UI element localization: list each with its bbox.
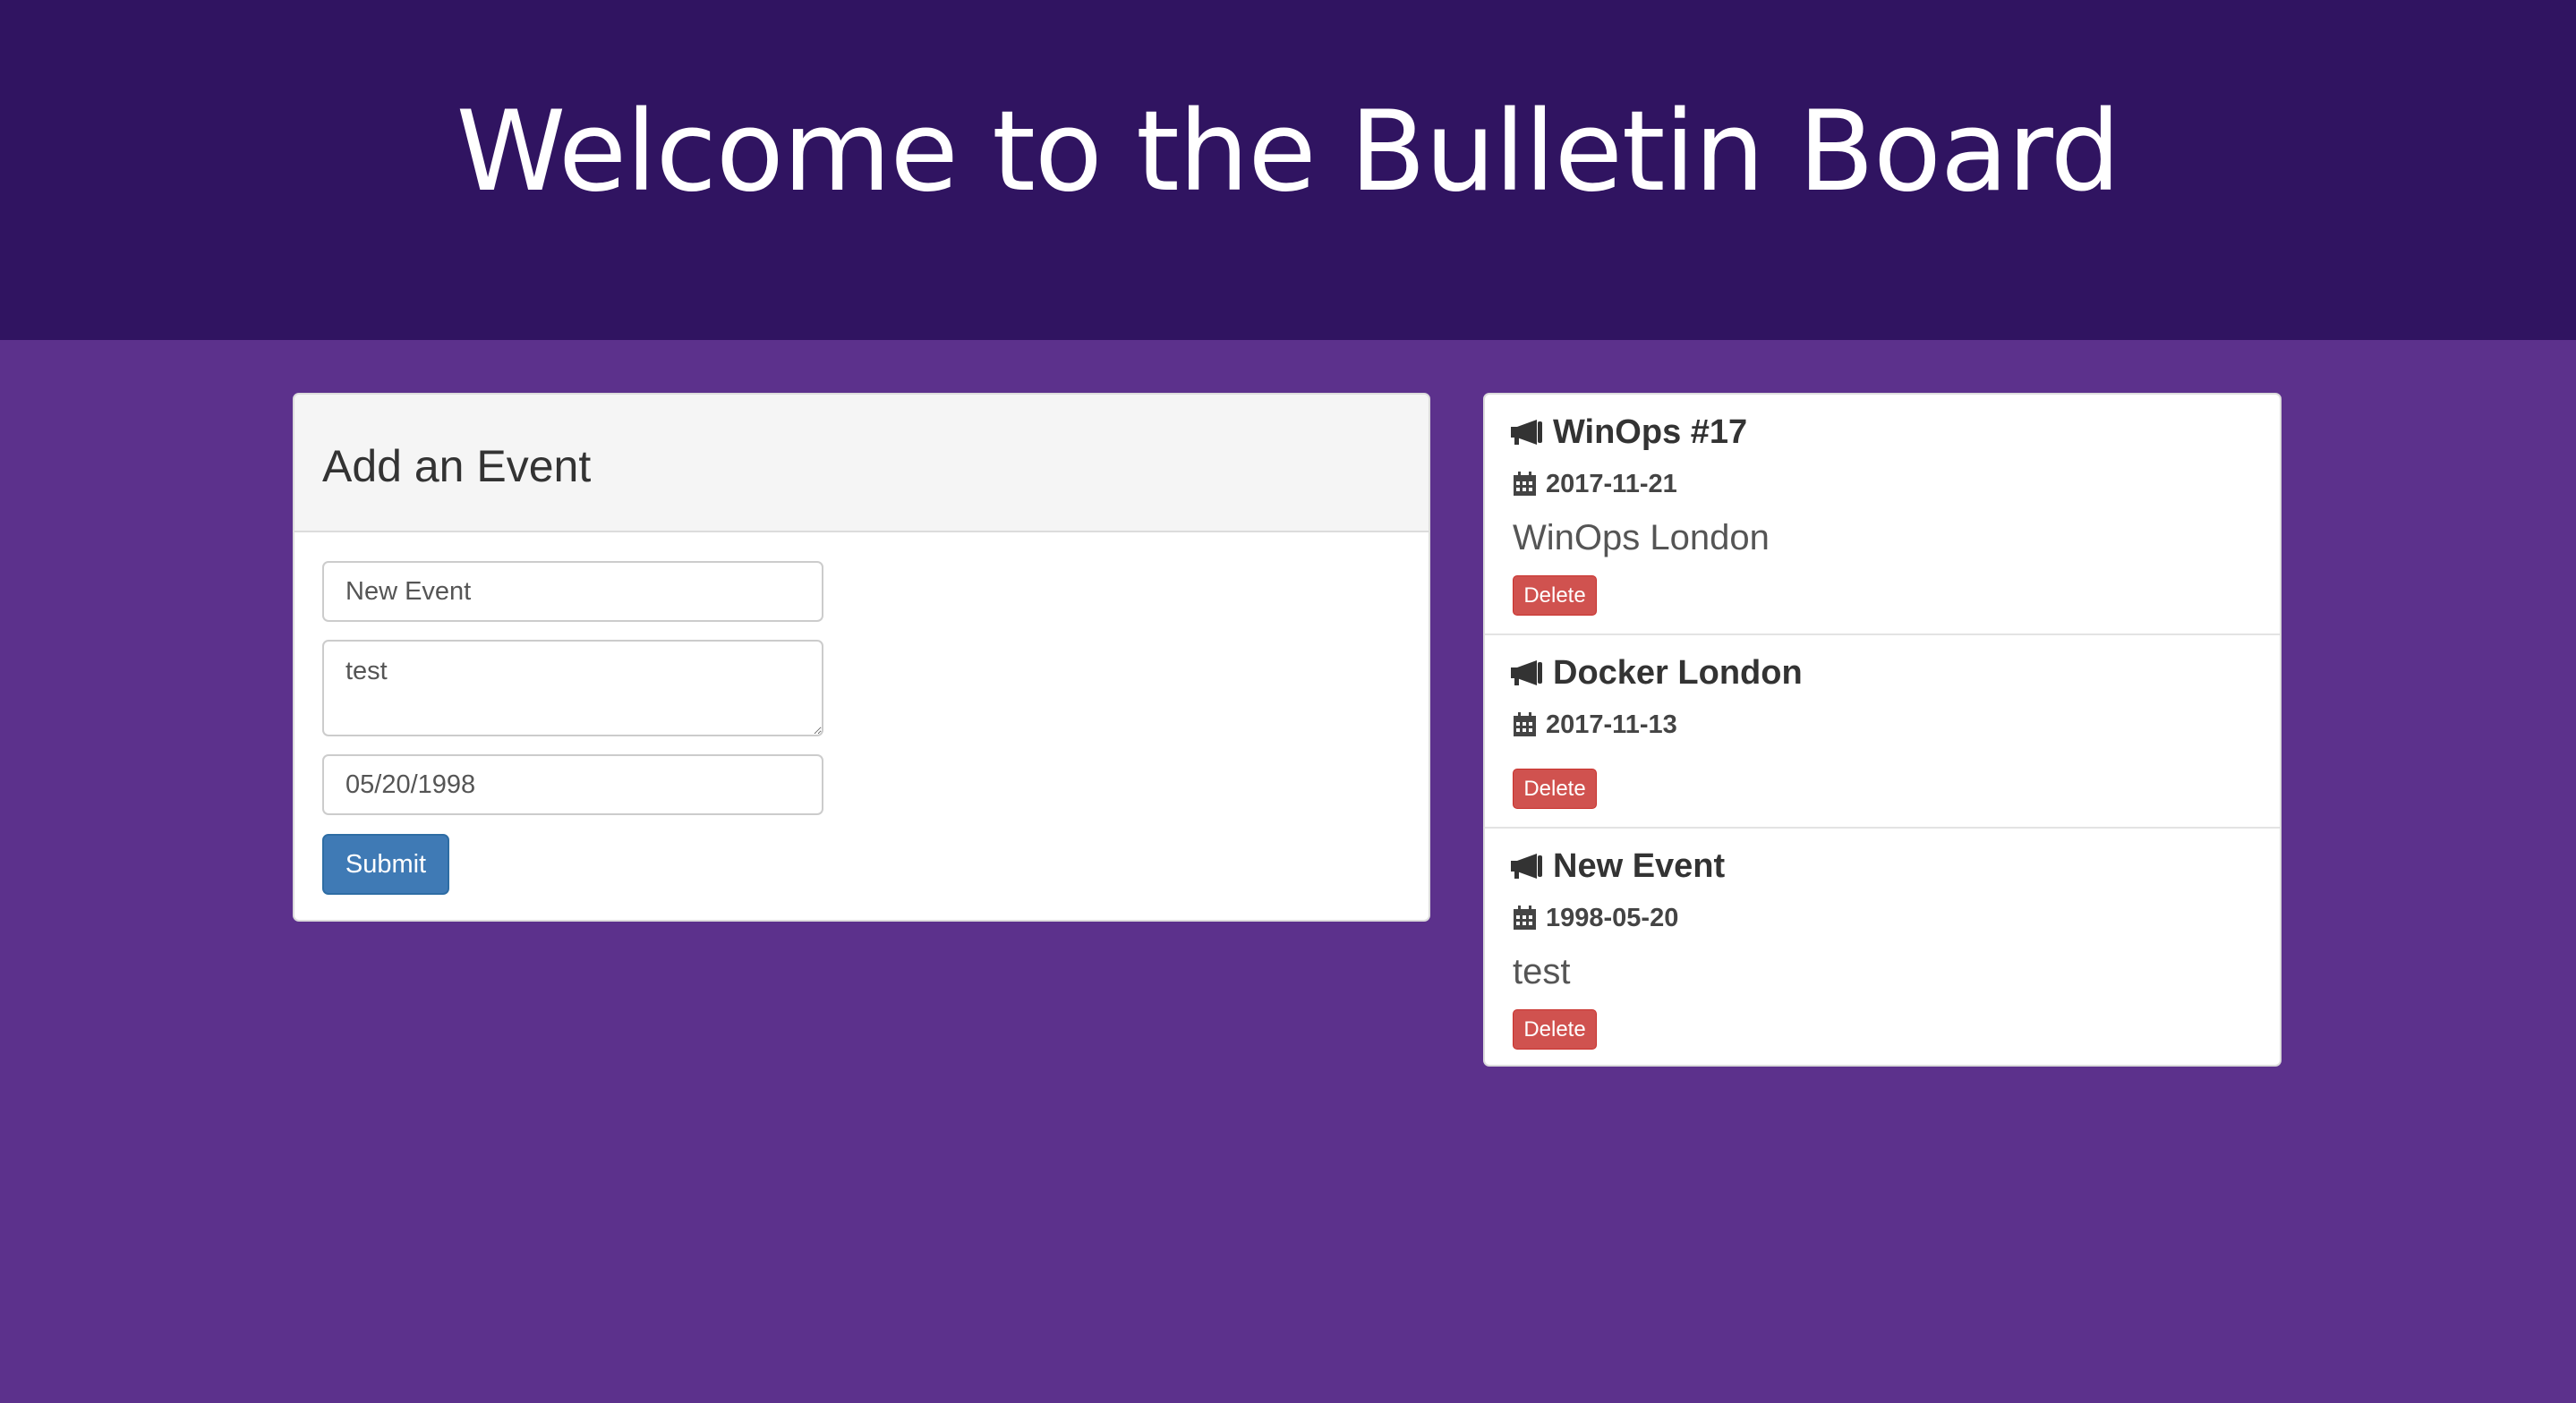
event-date: 2017-11-13 xyxy=(1513,710,1677,740)
delete-button[interactable]: Delete xyxy=(1513,769,1597,809)
event-item: WinOps #17 2017-11-21 WinOps London Dele… xyxy=(1485,395,2280,635)
calendar-icon xyxy=(1514,906,1536,930)
event-date-text: 1998-05-20 xyxy=(1546,904,1679,932)
add-event-panel: Add an Event test Submit xyxy=(293,393,1430,922)
event-description-textarea[interactable]: test xyxy=(322,640,823,736)
megaphone-icon xyxy=(1511,854,1542,879)
delete-button[interactable]: Delete xyxy=(1513,575,1597,616)
calendar-icon xyxy=(1514,472,1536,496)
calendar-icon xyxy=(1514,712,1536,736)
event-title-text: New Event xyxy=(1553,847,1726,885)
event-date: 2017-11-21 xyxy=(1513,469,1677,499)
delete-button[interactable]: Delete xyxy=(1513,1009,1597,1050)
add-event-panel-heading: Add an Event xyxy=(294,395,1429,532)
event-item: New Event 1998-05-20 test Delete xyxy=(1485,829,2280,1065)
event-date: 1998-05-20 xyxy=(1513,903,1678,933)
event-item: Docker London 2017-11-13 Delete xyxy=(1485,635,2280,829)
event-date-text: 2017-11-21 xyxy=(1546,470,1677,498)
event-title: WinOps #17 xyxy=(1510,412,1747,452)
event-title: Docker London xyxy=(1510,653,1803,693)
event-title: New Event xyxy=(1510,846,1725,886)
event-description: WinOps London xyxy=(1513,518,1770,557)
submit-button[interactable]: Submit xyxy=(322,834,449,895)
page-header: Welcome to the Bulletin Board xyxy=(0,0,2576,340)
event-title-text: WinOps #17 xyxy=(1553,413,1748,451)
event-title-text: Docker London xyxy=(1553,654,1803,692)
event-date-text: 2017-11-13 xyxy=(1546,710,1677,739)
event-date-input[interactable] xyxy=(322,754,823,815)
event-title-input[interactable] xyxy=(322,561,823,622)
megaphone-icon xyxy=(1511,420,1542,445)
event-description: test xyxy=(1513,952,1571,991)
page-title: Welcome to the Bulletin Board xyxy=(456,88,2121,217)
megaphone-icon xyxy=(1511,660,1542,685)
add-event-heading: Add an Event xyxy=(322,441,592,491)
events-list: WinOps #17 2017-11-21 WinOps London Dele… xyxy=(1483,393,2282,1067)
